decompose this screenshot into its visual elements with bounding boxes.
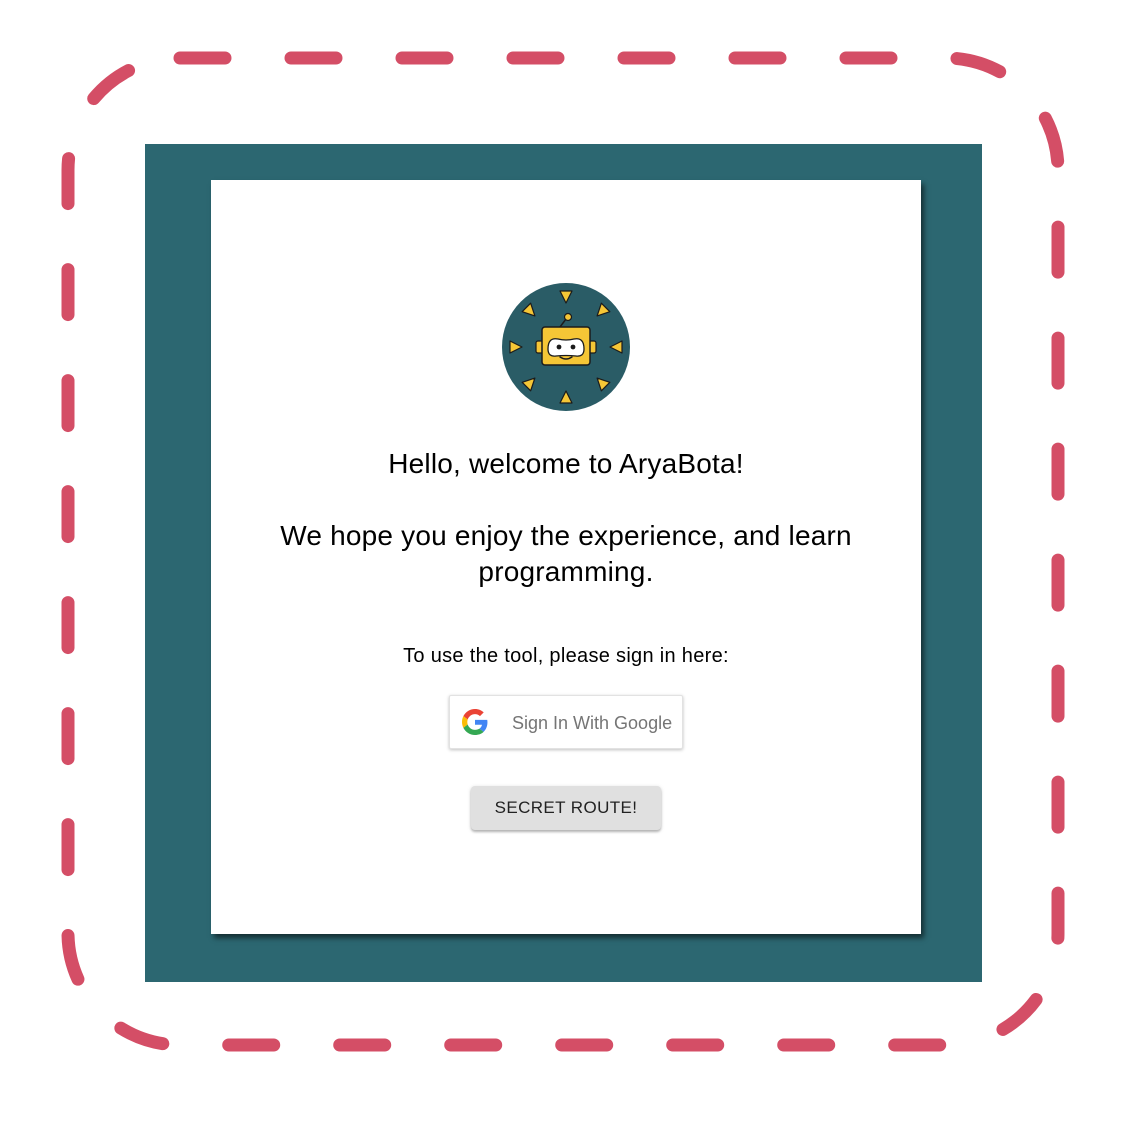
signin-prompt: To use the tool, please sign in here: [403,645,729,667]
welcome-card: Hello, welcome to AryaBota! We hope you … [211,180,921,934]
google-sign-in-button[interactable]: Sign In With Google [449,695,683,749]
google-sign-in-label: Sign In With Google [512,713,673,733]
secret-route-button[interactable]: SECRET ROUTE! [471,786,661,830]
welcome-title: Hello, welcome to AryaBota! [388,448,744,479]
welcome-message: We hope you enjoy the experience, and le… [280,520,852,587]
aryabota-robot-logo-icon [502,283,630,411]
google-g-icon [462,709,488,735]
